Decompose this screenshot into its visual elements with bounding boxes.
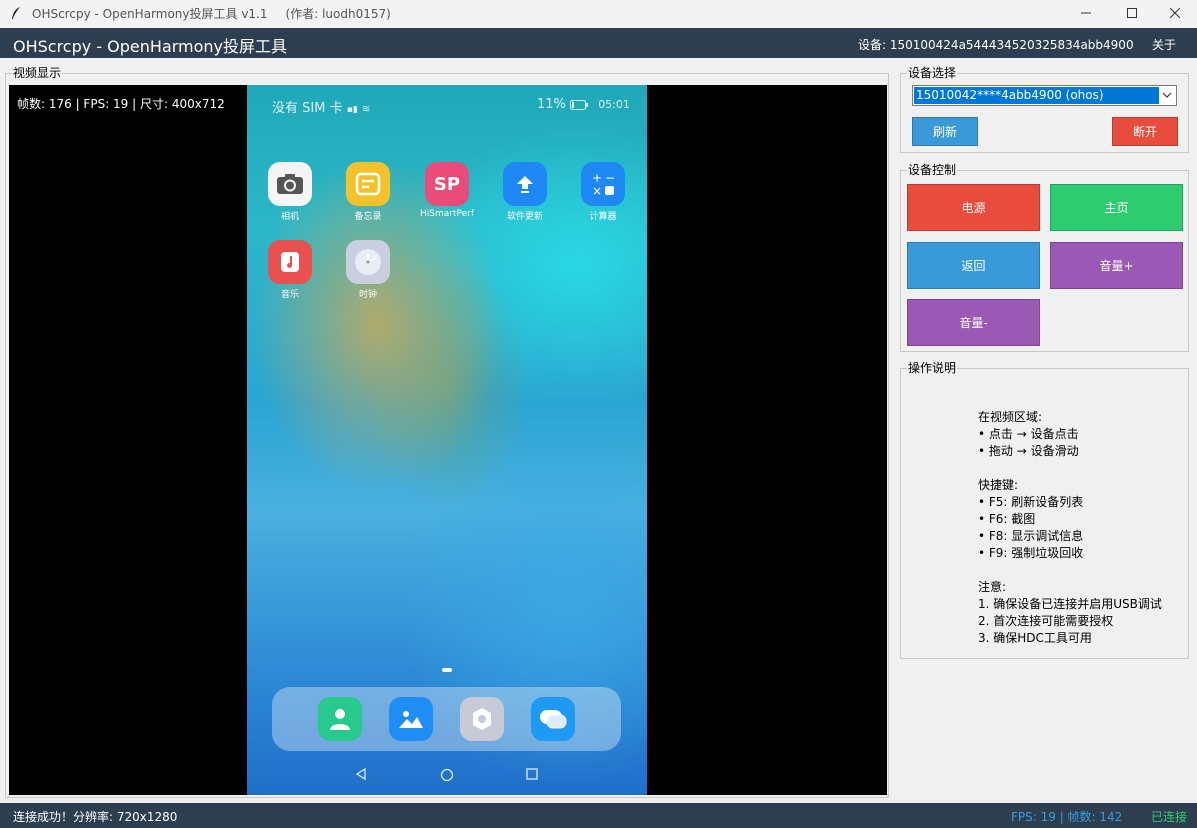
window-title: OHScrcpy - OpenHarmony投屏工具 v1.1 xyxy=(32,6,268,21)
instruction-line xyxy=(978,460,1162,477)
window-author: (作者: luodh0157) xyxy=(285,6,391,21)
svg-text:×: × xyxy=(592,184,602,197)
app-software-update[interactable]: 软件更新 xyxy=(495,162,555,222)
instruction-line: • F5: 刷新设备列表 xyxy=(978,495,1084,509)
music-icon xyxy=(268,240,312,284)
phone-status-right: 11% 05:01 xyxy=(537,97,630,112)
instructions-legend: 操作说明 xyxy=(907,361,958,375)
connection-status: 已连接 xyxy=(1151,810,1188,824)
instruction-line: • F9: 强制垃圾回收 xyxy=(978,546,1084,560)
page-indicator xyxy=(442,668,452,672)
refresh-button[interactable]: 刷新 xyxy=(912,117,978,146)
instruction-line xyxy=(978,562,1162,579)
back-button[interactable]: 返回 xyxy=(907,242,1040,289)
app-calculator[interactable]: + − × 计算器 xyxy=(573,162,633,222)
home-button[interactable]: 主页 xyxy=(1050,184,1183,231)
phone-clock: 05:01 xyxy=(598,98,630,111)
instruction-line: • F6: 截图 xyxy=(978,512,1036,526)
close-button[interactable] xyxy=(1152,0,1197,26)
svg-text:+: + xyxy=(592,171,602,185)
maximize-button[interactable] xyxy=(1109,0,1155,26)
volume-up-button[interactable]: 音量+ xyxy=(1050,242,1183,289)
nav-home-icon[interactable] xyxy=(440,768,454,785)
instruction-line: 1. 确保设备已连接并启用USB调试 xyxy=(978,597,1162,611)
instruction-line: 2. 首次连接可能需要授权 xyxy=(978,614,1114,628)
instruction-line: 注意: xyxy=(978,580,1007,594)
device-id-label: 设备: 150100424a544434520325834abb4900 xyxy=(858,38,1134,52)
battery-level: 11% xyxy=(537,97,566,112)
camera-icon xyxy=(268,162,312,206)
app-label: 备忘录 xyxy=(354,212,382,222)
status-bar: 连接成功！分辨率: 720x1280 FPS: 19 | 帧数: 142 已连接 xyxy=(0,803,1197,828)
window-titlebar: OHScrcpy - OpenHarmony投屏工具 v1.1 (作者: luo… xyxy=(0,0,1197,26)
app-label: 软件更新 xyxy=(506,212,543,222)
instruction-line: 快捷键: xyxy=(978,478,1019,492)
power-button[interactable]: 电源 xyxy=(907,184,1040,231)
phone-status-left: 没有 SIM 卡 ▪▮ ≋ xyxy=(272,97,370,116)
app-memo[interactable]: 备忘录 xyxy=(338,162,398,222)
sim-status: 没有 SIM 卡 xyxy=(272,101,343,116)
memo-icon xyxy=(346,162,390,206)
instruction-line: 3. 确保HDC工具可用 xyxy=(978,631,1092,645)
settings-icon[interactable] xyxy=(460,697,504,741)
calculator-icon: + − × xyxy=(581,162,625,206)
device-dropdown[interactable]: 15010042****4abb4900 (ohos) xyxy=(912,85,1177,106)
app-label: HiSmartPerf xyxy=(419,209,474,219)
app-label: 相机 xyxy=(280,212,299,222)
disconnect-button[interactable]: 断开 xyxy=(1112,117,1178,146)
feather-icon xyxy=(8,5,24,21)
app-label: 计算器 xyxy=(589,212,617,222)
app-title: OHScrcpy - OpenHarmony投屏工具 xyxy=(13,37,288,56)
app-camera[interactable]: 相机 xyxy=(260,162,320,222)
status-fps: FPS: 19 | 帧数: 142 xyxy=(1011,810,1123,824)
volume-down-button[interactable]: 音量- xyxy=(907,299,1040,346)
signal-icon: ▪▮ xyxy=(346,105,358,115)
video-info: 帧数: 176 | FPS: 19 | 尺寸: 400x712 xyxy=(17,97,225,111)
instruction-line: • F8: 显示调试信息 xyxy=(978,529,1084,543)
instructions-text: 在视频区域: • 点击 → 设备点击 • 拖动 → 设备滑动 快捷键: • F5… xyxy=(978,409,1162,647)
app-hismartperf[interactable]: SP HiSmartPerf xyxy=(417,162,477,219)
app-label: 音乐 xyxy=(280,290,299,300)
device-control-legend: 设备控制 xyxy=(907,163,958,177)
app-header: OHScrcpy - OpenHarmony投屏工具 设备: 150100424… xyxy=(0,28,1197,58)
about-button[interactable]: 关于 xyxy=(1152,36,1176,53)
instruction-line: • 点击 → 设备点击 xyxy=(978,427,1079,441)
app-clock[interactable]: 时钟 xyxy=(338,240,398,300)
app-label: 时钟 xyxy=(358,290,377,300)
update-icon xyxy=(503,162,547,206)
sp-icon: SP xyxy=(425,162,469,206)
instruction-line: 在视频区域: xyxy=(978,410,1043,424)
phone-dock xyxy=(272,687,621,751)
svg-text:−: − xyxy=(605,171,615,185)
contacts-icon[interactable] xyxy=(318,697,362,741)
nav-recents-icon[interactable] xyxy=(526,768,538,783)
messages-icon[interactable] xyxy=(531,697,575,741)
device-select-legend: 设备选择 xyxy=(907,66,958,80)
status-message: 连接成功！分辨率: 720x1280 xyxy=(13,810,178,824)
nav-back-icon[interactable] xyxy=(355,767,367,783)
app-music[interactable]: 音乐 xyxy=(260,240,320,300)
chevron-down-icon xyxy=(1161,89,1173,104)
device-dropdown-value: 15010042****4abb4900 (ohos) xyxy=(914,87,1159,104)
minimize-button[interactable] xyxy=(1063,0,1109,26)
clock-icon xyxy=(346,240,390,284)
wifi-icon: ≋ xyxy=(361,104,371,115)
video-legend: 视频显示 xyxy=(12,66,63,80)
instruction-line: • 拖动 → 设备滑动 xyxy=(978,444,1079,458)
gallery-icon[interactable] xyxy=(389,697,433,741)
phone-screen[interactable]: 没有 SIM 卡 ▪▮ ≋ 11% 05:01 相机 备忘录 SP HiSmar… xyxy=(247,85,647,795)
battery-icon xyxy=(570,97,592,112)
